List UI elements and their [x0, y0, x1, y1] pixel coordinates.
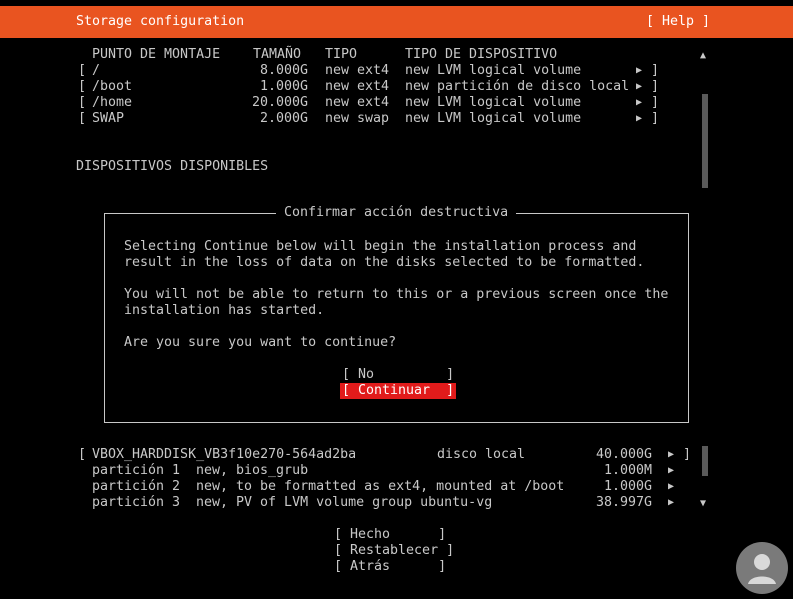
expand-arrow-icon[interactable]: ▶	[636, 79, 642, 95]
mount-size: 8.000G	[260, 63, 309, 78]
watermark-logo	[736, 542, 788, 594]
scrollbar-thumb-bottom[interactable]	[702, 446, 708, 476]
expand-arrow-icon[interactable]: ▶	[636, 111, 642, 127]
mount-type: new ext4	[325, 79, 390, 94]
mount-size: 1.000G	[260, 79, 309, 94]
partition-row[interactable]: partición 2 new, to be formatted as ext4…	[0, 479, 793, 495]
partition-name: partición 2	[92, 479, 181, 494]
disk-type: disco local	[437, 447, 526, 462]
mount-device: new LVM logical volume	[405, 95, 582, 110]
dialog-question: Are you sure you want to continue?	[124, 335, 397, 350]
confirm-dialog: Confirmar acción destructiva Selecting C…	[104, 205, 689, 423]
column-device-type: TIPO DE DISPOSITIVO	[405, 47, 558, 62]
mount-row-root[interactable]: [ / 8.000G new ext4 new LVM logical volu…	[0, 63, 793, 79]
disk-row[interactable]: [ VBOX_HARDDISK_VB3f10e270-564ad2ba disc…	[0, 447, 793, 463]
partition-desc: new, to be formatted as ext4, mounted at…	[196, 479, 565, 494]
continue-button[interactable]: [ Continuar ]	[340, 383, 457, 399]
dialog-title: Confirmar acción destructiva	[276, 205, 517, 221]
mount-size: 2.000G	[260, 111, 309, 126]
partition-desc: new, bios_grub	[196, 463, 309, 478]
dialog-text: installation has started.	[124, 303, 325, 318]
partition-size: 1.000M	[604, 463, 653, 478]
expand-arrow-icon[interactable]: ▶	[668, 447, 674, 463]
scrollbar-thumb-top[interactable]	[702, 94, 708, 188]
partition-name: partición 3	[92, 495, 181, 510]
partition-size: 38.997G	[596, 495, 653, 510]
mount-point: /boot	[92, 79, 133, 94]
title-bar: Storage configuration [ Help ]	[0, 6, 793, 38]
mount-device: new LVM logical volume	[405, 63, 582, 78]
partition-desc: new, PV of LVM volume group ubuntu-vg	[196, 495, 493, 510]
partition-name: partición 1	[92, 463, 181, 478]
mount-point: SWAP	[92, 111, 125, 126]
user-silhouette-icon	[748, 554, 776, 584]
scroll-up-icon[interactable]: ▲	[700, 48, 706, 64]
mount-table-header: PUNTO DE MONTAJE TAMAÑO TIPO TIPO DE DIS…	[0, 47, 793, 63]
mount-type: new ext4	[325, 95, 390, 110]
expand-arrow-icon[interactable]: ▶	[636, 95, 642, 111]
mount-device: new partición de disco local	[405, 79, 630, 94]
partition-row[interactable]: partición 1 new, bios_grub 1.000M ▶	[0, 463, 793, 479]
mount-type: new swap	[325, 111, 390, 126]
mount-type: new ext4	[325, 63, 390, 78]
scroll-down-icon[interactable]: ▼	[700, 496, 706, 512]
no-button[interactable]: [ No ]	[342, 367, 454, 383]
mount-point: /home	[92, 95, 133, 110]
expand-arrow-icon[interactable]: ▶	[668, 479, 674, 495]
dialog-text: result in the loss of data on the disks …	[124, 255, 645, 270]
mount-device: new LVM logical volume	[405, 111, 582, 126]
mount-row-swap[interactable]: [ SWAP 2.000G new swap new LVM logical v…	[0, 111, 793, 127]
mount-size: 20.000G	[252, 95, 309, 110]
back-button[interactable]: [ Atrás ]	[334, 559, 446, 575]
disk-name: VBOX_HARDDISK_VB3f10e270-564ad2ba	[92, 447, 357, 462]
mount-point: /	[92, 63, 101, 78]
column-mount: PUNTO DE MONTAJE	[92, 47, 221, 62]
column-type: TIPO	[325, 47, 358, 62]
mount-row-boot[interactable]: [ /boot 1.000G new ext4 new partición de…	[0, 79, 793, 95]
disk-size: 40.000G	[596, 447, 653, 462]
available-devices-heading: DISPOSITIVOS DISPONIBLES	[76, 159, 269, 174]
help-button[interactable]: [ Help ]	[646, 14, 710, 30]
dialog-text: You will not be able to return to this o…	[124, 287, 669, 302]
mount-row-home[interactable]: [ /home 20.000G new ext4 new LVM logical…	[0, 95, 793, 111]
expand-arrow-icon[interactable]: ▶	[636, 63, 642, 79]
expand-arrow-icon[interactable]: ▶	[668, 463, 674, 479]
dialog-text: Selecting Continue below will begin the …	[124, 239, 637, 254]
done-button[interactable]: [ Hecho ]	[334, 527, 446, 543]
column-size: TAMAÑO	[253, 47, 302, 62]
partition-size: 1.000G	[604, 479, 653, 494]
reset-button[interactable]: [ Restablecer ]	[334, 543, 454, 559]
page-title: Storage configuration	[76, 14, 245, 29]
partition-row[interactable]: partición 3 new, PV of LVM volume group …	[0, 495, 793, 511]
expand-arrow-icon[interactable]: ▶	[668, 495, 674, 511]
